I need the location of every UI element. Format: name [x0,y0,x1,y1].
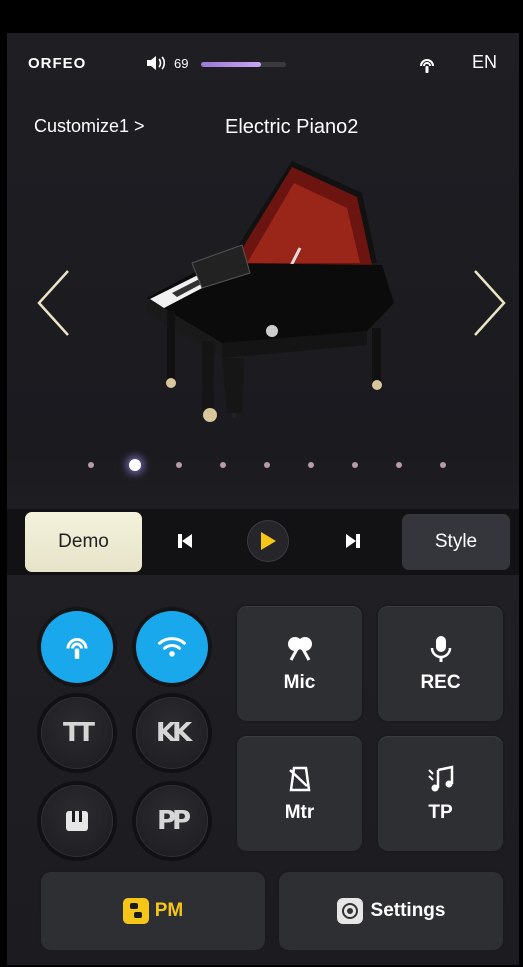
skip-previous-icon[interactable] [175,531,195,551]
rec-label: REC [420,671,461,693]
skip-next-icon[interactable] [343,531,363,551]
breadcrumb[interactable]: Customize1 > [34,116,145,137]
pp-label: PP [156,806,191,836]
page-dot[interactable] [88,462,94,468]
volume-slider[interactable] [201,62,286,67]
previous-voice-arrow-icon[interactable] [34,268,74,338]
pm-icon [122,898,149,924]
language-selector[interactable]: EN [472,52,497,73]
wifi-button[interactable] [136,611,208,683]
settings-label: Settings [370,900,446,921]
app-screen: ORFEO 69 EN Customize1 > Electric Piano2 [7,33,519,965]
key-button[interactable]: KK [136,697,208,769]
touch-tone-button[interactable]: TT [41,697,113,769]
page-dot[interactable] [396,462,402,468]
bluetooth-audio-icon [66,638,88,659]
key-label: KK [155,718,192,748]
next-voice-arrow-icon[interactable] [469,268,509,338]
play-icon [261,532,276,550]
page-dot[interactable] [129,459,141,471]
playback-bar: Demo Style [7,509,519,575]
page-dot[interactable] [440,462,446,468]
metronome-button[interactable]: Mtr [237,736,362,851]
rec-button[interactable]: REC [378,606,503,721]
metronome-icon [288,766,310,791]
page-dot[interactable] [220,462,226,468]
pm-label: PM [154,900,184,921]
pp-button[interactable]: PP [136,785,208,857]
page-indicator [87,457,457,473]
wifi-icon [158,637,186,657]
music-note-icon [427,764,453,791]
volume-slider-fill [201,62,261,67]
mtr-label: Mtr [284,801,315,823]
piano-keys-icon [66,811,88,831]
piano-keys-button[interactable] [41,785,113,857]
play-button[interactable] [247,520,289,562]
mic-label: Mic [283,671,316,693]
style-button[interactable]: Style [402,514,510,570]
transpose-button[interactable]: TP [378,736,503,851]
speaker-icon[interactable] [146,55,166,71]
bluetooth-audio-status-icon [420,59,434,73]
grand-piano-image [147,161,394,422]
bluetooth-audio-button[interactable] [41,611,113,683]
page-dot[interactable] [308,462,314,468]
mic-tile-icon [287,636,312,661]
mic-button[interactable]: Mic [237,606,362,721]
brand-logo: ORFEO [28,55,87,72]
page-dot[interactable] [264,462,270,468]
demo-button[interactable]: Demo [25,512,142,572]
settings-button[interactable]: Settings [279,872,503,950]
page-dot[interactable] [352,462,358,468]
microphone-icon [430,635,451,662]
touch-tone-label: TT [62,718,95,748]
pm-button[interactable]: PM [41,872,265,950]
settings-icon [336,898,363,924]
page-dot[interactable] [176,462,182,468]
voice-title: Electric Piano2 [225,116,359,138]
volume-value: 69 [174,56,189,71]
tp-label: TP [428,801,453,823]
